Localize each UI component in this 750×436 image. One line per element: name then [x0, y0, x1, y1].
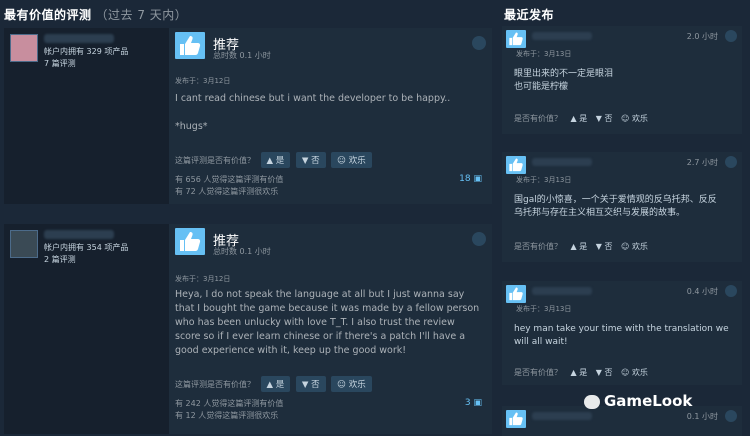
posted-date: 发布于：3月13日: [516, 50, 572, 58]
funny-count: 有 12 人觉得这篇评测很欢乐: [175, 411, 279, 420]
thumbs-up-icon: [175, 32, 205, 59]
vote-no-button[interactable]: ▼ 否: [596, 368, 613, 377]
reviews-count[interactable]: 7 篇评测: [44, 58, 76, 69]
helpful-prompt-row: 是否有价值？ ▲ 是 ▼ 否 ☺ 欢乐: [514, 114, 648, 123]
smile-icon: ☺: [621, 242, 630, 251]
steam-icon[interactable]: [725, 410, 737, 422]
wechat-icon: [584, 395, 600, 409]
thumbs-up-icon: ▲: [570, 114, 577, 123]
review-text: hey man take your time with the translat…: [514, 324, 729, 347]
review-text: 眼里出来的不一定是眼泪 也可能是柠檬: [514, 69, 614, 92]
posted-date: 发布于：3月13日: [516, 305, 572, 313]
review-card: 帐户内拥有 354 项产品 2 篇评测 推荐 总时数 0.1 小时 发布于：3月…: [4, 224, 492, 434]
thumbs-up-icon: [506, 410, 526, 428]
products-owned: 帐户内拥有 354 项产品: [44, 243, 129, 252]
review-body: 推荐 总时数 0.1 小时 发布于：3月12日 I cant read chin…: [169, 28, 492, 204]
vote-funny-button[interactable]: ☺ 欢乐: [621, 242, 648, 251]
steam-icon[interactable]: [725, 285, 737, 297]
author-name-blurred[interactable]: [532, 158, 592, 166]
thumbs-up-icon: ▲: [266, 380, 274, 390]
vote-yes-button[interactable]: ▲ 是: [260, 376, 291, 392]
steam-icon[interactable]: [472, 232, 486, 246]
playtime: 总时数 0.1 小时: [213, 51, 271, 60]
playtime: 2.7 小时: [686, 158, 718, 167]
most-helpful-section: 最有价值的评测 （过去 7 天内） 帐户内拥有 329 项产品 7 篇评测 推荐 …: [0, 0, 492, 436]
review-text: I cant read chinese but i want the devel…: [175, 93, 451, 132]
thumbs-down-icon: ▼: [595, 114, 602, 123]
playtime: 2.0 小时: [686, 32, 718, 41]
thumbs-up-icon: [506, 156, 526, 174]
recent-review-card: 2.0 小时 发布于：3月13日 眼里出来的不一定是眼泪 也可能是柠檬 是否有价…: [502, 26, 742, 134]
vote-no-button[interactable]: ▼ 否: [295, 152, 326, 168]
helpful-prompt-row: 是否有价值？ ▲ 是 ▼ 否 ☺ 欢乐: [514, 242, 648, 251]
vote-funny-button[interactable]: ☺ 欢乐: [621, 114, 648, 123]
thumbs-up-icon: ▲: [570, 368, 577, 377]
helpful-count: 有 242 人觉得这篇评测有价值: [175, 399, 284, 408]
helpful-prompt-row: 是否有价值？ ▲ 是 ▼ 否 ☺ 欢乐: [514, 368, 648, 377]
review-text: Heya, I do not speak the language at all…: [175, 289, 480, 356]
steam-icon[interactable]: [725, 156, 737, 168]
smile-icon: ☺: [621, 114, 630, 123]
posted-date: 发布于：3月12日: [175, 77, 231, 85]
funny-count: 有 72 人觉得这篇评测很欢乐: [175, 187, 279, 196]
posted-date: 发布于：3月13日: [516, 176, 572, 184]
vote-no-button[interactable]: ▼ 否: [295, 376, 326, 392]
review-text: 国gal的小惊喜，一个关于爱情观的反乌托邦、反反 乌托邦与存在主义相互交织与发展…: [514, 195, 717, 218]
vote-no-button[interactable]: ▼ 否: [596, 242, 613, 251]
products-owned: 帐户内拥有 329 项产品: [44, 47, 129, 56]
vote-yes-button[interactable]: ▲ 是: [260, 152, 291, 168]
review-body: 推荐 总时数 0.1 小时 发布于：3月12日 Heya, I do not s…: [169, 224, 492, 434]
section-title: 最近发布: [504, 8, 555, 22]
thumbs-up-icon: [175, 228, 205, 255]
comment-icon: ▣: [473, 174, 482, 184]
comment-count[interactable]: 18 ▣: [459, 174, 482, 184]
steam-icon[interactable]: [725, 30, 737, 42]
helpful-count: 有 656 人觉得这篇评测有价值: [175, 175, 284, 184]
playtime: 总时数 0.1 小时: [213, 247, 271, 256]
watermark: GameLook: [604, 392, 693, 410]
author-panel: 帐户内拥有 354 项产品 2 篇评测: [4, 224, 169, 434]
recent-review-card: 0.1 小时: [502, 406, 742, 436]
thumbs-down-icon: ▼: [301, 380, 309, 390]
vote-yes-button[interactable]: ▲ 是: [571, 242, 588, 251]
posted-date: 发布于：3月12日: [175, 275, 231, 283]
author-name-blurred[interactable]: [532, 32, 592, 40]
author-name-blurred[interactable]: [532, 412, 592, 420]
playtime: 0.1 小时: [686, 412, 718, 421]
comment-count[interactable]: 3 ▣: [465, 398, 482, 408]
recent-section: 最近发布 2.0 小时 发布于：3月13日 眼里出来的不一定是眼泪 也可能是柠檬…: [498, 0, 750, 436]
thumbs-up-icon: ▲: [266, 156, 274, 166]
smile-icon: ☺: [337, 380, 347, 390]
vote-no-button[interactable]: ▼ 否: [596, 114, 613, 123]
section-title: 最有价值的评测 （过去 7 天内）: [4, 8, 188, 22]
recent-review-card: 0.4 小时 发布于：3月13日 hey man take your time …: [502, 281, 742, 385]
comment-icon: ▣: [473, 398, 482, 408]
author-name-blurred[interactable]: [532, 287, 592, 295]
helpful-prompt-row: 这篇评测是否有价值？ ▲ 是 ▼ 否 ☺ 欢乐: [175, 152, 372, 168]
vote-funny-button[interactable]: ☺ 欢乐: [621, 368, 648, 377]
reviews-count[interactable]: 2 篇评测: [44, 254, 76, 265]
thumbs-down-icon: ▼: [301, 156, 309, 166]
smile-icon: ☺: [337, 156, 347, 166]
thumbs-down-icon: ▼: [595, 242, 602, 251]
vote-yes-button[interactable]: ▲ 是: [571, 114, 588, 123]
vote-yes-button[interactable]: ▲ 是: [571, 368, 588, 377]
helpful-prompt-row: 这篇评测是否有价值？ ▲ 是 ▼ 否 ☺ 欢乐: [175, 376, 372, 392]
vote-funny-button[interactable]: ☺ 欢乐: [331, 152, 372, 168]
avatar[interactable]: [10, 230, 38, 258]
author-name-blurred[interactable]: [44, 230, 114, 239]
thumbs-up-icon: ▲: [570, 242, 577, 251]
review-card: 帐户内拥有 329 项产品 7 篇评测 推荐 总时数 0.1 小时 发布于：3月…: [4, 28, 492, 204]
author-name-blurred[interactable]: [44, 34, 114, 43]
thumbs-down-icon: ▼: [595, 368, 602, 377]
thumbs-up-icon: [506, 30, 526, 48]
recent-review-card: 2.7 小时 发布于：3月13日 国gal的小惊喜，一个关于爱情观的反乌托邦、反…: [502, 152, 742, 262]
smile-icon: ☺: [621, 368, 630, 377]
steam-icon[interactable]: [472, 36, 486, 50]
avatar[interactable]: [10, 34, 38, 62]
playtime: 0.4 小时: [686, 287, 718, 296]
author-panel: 帐户内拥有 329 项产品 7 篇评测: [4, 28, 169, 204]
thumbs-up-icon: [506, 285, 526, 303]
vote-funny-button[interactable]: ☺ 欢乐: [331, 376, 372, 392]
